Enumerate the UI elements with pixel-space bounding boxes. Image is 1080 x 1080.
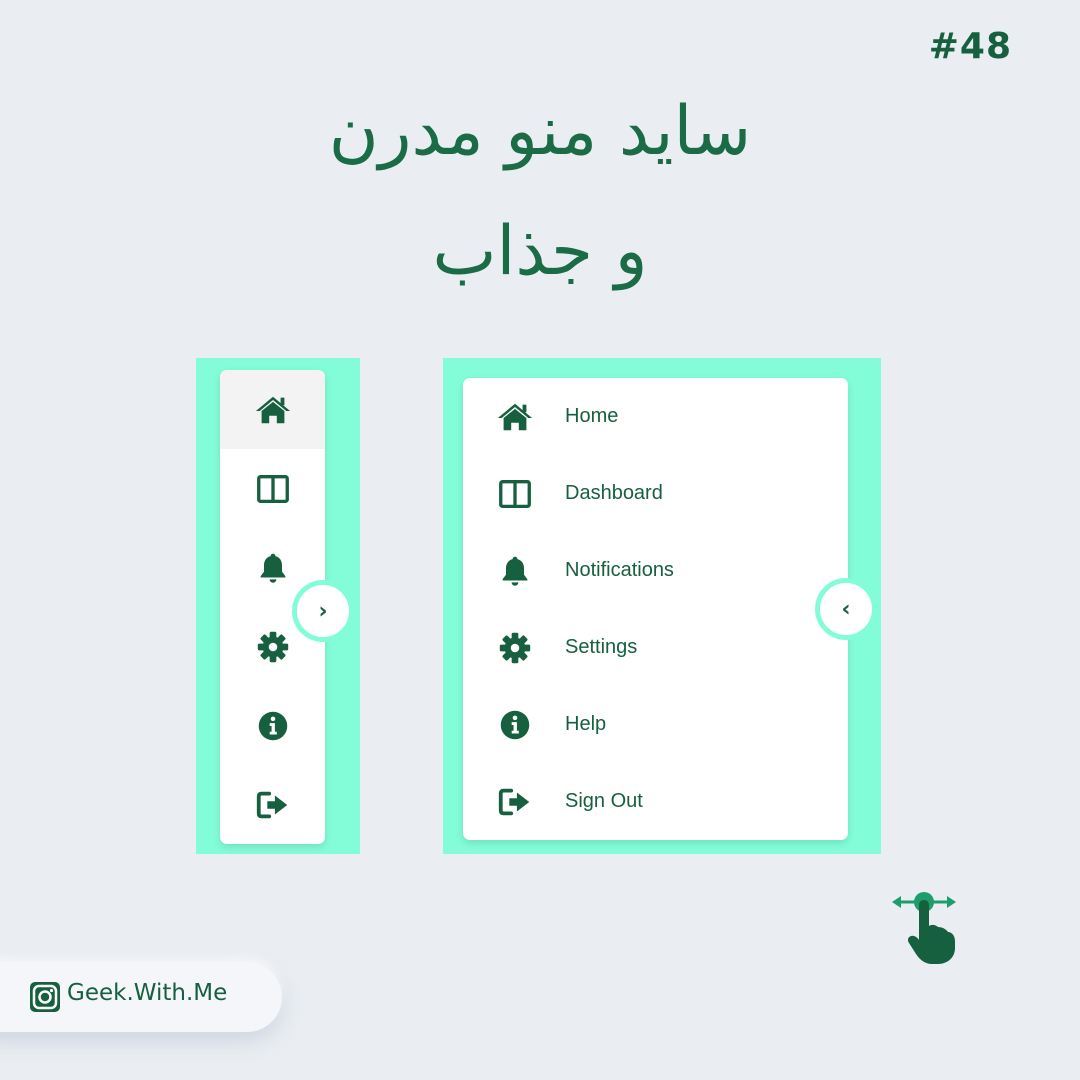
bell-icon — [495, 551, 535, 591]
menu-item-label: Home — [565, 405, 619, 427]
page-title-line-1: ساید منو مدرن — [328, 92, 752, 171]
sign-out-icon — [495, 782, 535, 822]
menu-item-help[interactable]: Help — [463, 686, 848, 763]
dashboard-icon — [254, 470, 292, 508]
menu-item-label: Sign Out — [565, 790, 643, 812]
collapsed-item-dashboard[interactable] — [220, 449, 325, 528]
collapsed-item-help[interactable] — [220, 686, 325, 765]
post-number: #48 — [928, 26, 1012, 67]
info-icon — [254, 707, 292, 745]
dashboard-icon — [495, 474, 535, 514]
collapsed-item-sign-out[interactable] — [220, 765, 325, 844]
menu-item-label: Notifications — [565, 559, 674, 581]
swipe-hand-icon — [892, 892, 956, 964]
expand-toggle-button[interactable]: › — [292, 580, 354, 642]
menu-item-settings[interactable]: Settings — [463, 609, 848, 686]
menu-item-label: Help — [565, 713, 607, 735]
home-icon — [254, 391, 292, 429]
gear-icon — [495, 628, 535, 668]
menu-item-home[interactable]: Home — [463, 378, 848, 455]
gear-icon — [254, 628, 292, 666]
menu-item-dashboard[interactable]: Dashboard — [463, 455, 848, 532]
menu-item-label: Settings — [565, 636, 638, 658]
menu-item-notifications[interactable]: Notifications — [463, 532, 848, 609]
instagram-handle[interactable]: Geek.With.Me — [67, 980, 227, 1006]
collapse-toggle-button[interactable]: ‹ — [815, 578, 877, 640]
menu-item-label: Dashboard — [565, 482, 663, 504]
sign-out-icon — [254, 786, 292, 824]
home-icon — [495, 397, 535, 437]
info-icon — [495, 705, 535, 745]
collapsed-item-home[interactable] — [220, 370, 325, 449]
expanded-sidebar-menu: Home Dashboard Notifications Settings He… — [463, 378, 848, 840]
page-title-line-2: و جذاب — [432, 212, 648, 291]
menu-item-sign-out[interactable]: Sign Out — [463, 763, 848, 840]
instagram-icon — [30, 982, 60, 1012]
bell-icon — [254, 549, 292, 587]
